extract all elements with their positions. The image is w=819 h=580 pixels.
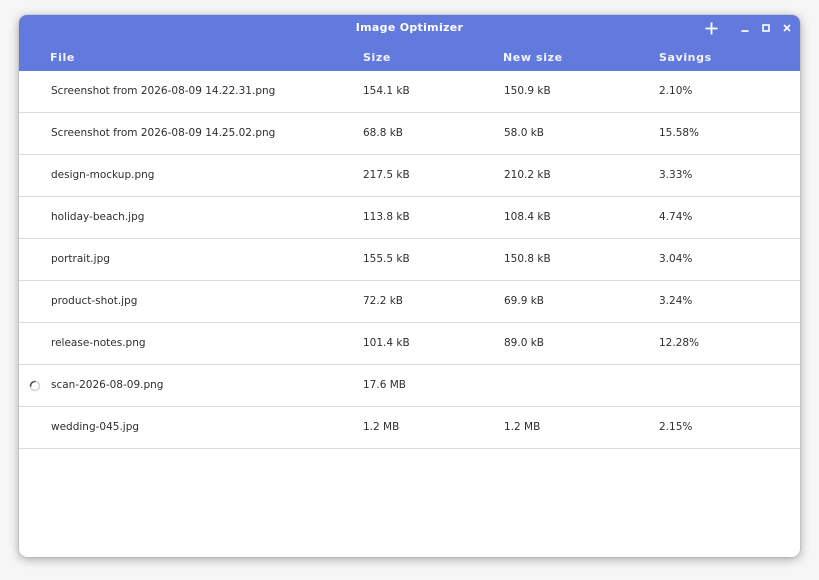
new-size: 58.0 kB — [504, 127, 545, 139]
column-header-file[interactable]: File — [50, 51, 75, 64]
file-row[interactable]: holiday-beach.jpg 113.8 kB 108.4 kB 4.74… — [19, 197, 800, 239]
new-size: 210.2 kB — [504, 169, 551, 181]
savings: 3.04% — [659, 253, 693, 265]
file-row[interactable]: release-notes.png 101.4 kB 89.0 kB 12.28… — [19, 323, 800, 365]
new-size: 1.2 MB — [504, 421, 541, 433]
file-row[interactable]: product-shot.jpg 72.2 kB 69.9 kB 3.24% — [19, 281, 800, 323]
new-size: 150.9 kB — [504, 85, 551, 97]
savings: 3.24% — [659, 295, 693, 307]
original-size: 72.2 kB — [363, 295, 404, 307]
file-row[interactable]: Screenshot from 2026-08-09 14.25.02.png … — [19, 113, 800, 155]
file-name: wedding-045.jpg — [51, 421, 140, 433]
window-title: Image Optimizer — [355, 21, 464, 34]
file-name: portrait.jpg — [51, 253, 110, 265]
original-size: 68.8 kB — [363, 127, 404, 139]
savings: 3.33% — [659, 169, 693, 181]
minimize-button[interactable] — [738, 18, 752, 38]
original-size: 217.5 kB — [363, 169, 410, 181]
file-name: Screenshot from 2026-08-09 14.22.31.png — [51, 85, 276, 97]
new-size: 150.8 kB — [504, 253, 551, 265]
original-size: 1.2 MB — [363, 421, 400, 433]
original-size: 155.5 kB — [363, 253, 410, 265]
file-row[interactable]: design-mockup.png 217.5 kB 210.2 kB 3.33… — [19, 155, 800, 197]
maximize-button[interactable] — [759, 18, 773, 38]
original-size: 113.8 kB — [363, 211, 410, 223]
minimize-icon — [741, 30, 749, 32]
maximize-icon — [762, 24, 770, 32]
headerbar: Image Optimizer File Size New size Savin… — [19, 15, 800, 71]
file-name: design-mockup.png — [51, 169, 155, 181]
savings: 12.28% — [659, 337, 700, 349]
file-row[interactable]: Screenshot from 2026-08-09 14.22.31.png … — [19, 71, 800, 113]
new-size: 69.9 kB — [504, 295, 545, 307]
spinner-icon — [29, 380, 41, 392]
savings: 2.10% — [659, 85, 693, 97]
file-name: product-shot.jpg — [51, 295, 138, 307]
savings: 15.58% — [659, 127, 700, 139]
file-list: Screenshot from 2026-08-09 14.22.31.png … — [19, 71, 800, 449]
file-row[interactable]: portrait.jpg 155.5 kB 150.8 kB 3.04% — [19, 239, 800, 281]
file-row-processing[interactable]: scan-2026-08-09.png 17.6 MB — [19, 365, 800, 407]
new-size: 108.4 kB — [504, 211, 551, 223]
plus-icon — [705, 22, 717, 34]
savings: 4.74% — [659, 211, 693, 223]
add-images-button[interactable] — [702, 18, 720, 38]
new-size: 89.0 kB — [504, 337, 545, 349]
file-name: Screenshot from 2026-08-09 14.25.02.png — [51, 127, 276, 139]
column-header-size[interactable]: Size — [363, 51, 391, 64]
column-header-savings[interactable]: Savings — [659, 51, 712, 64]
original-size: 154.1 kB — [363, 85, 410, 97]
close-icon — [783, 24, 791, 32]
file-name: scan-2026-08-09.png — [51, 379, 164, 391]
savings: 2.15% — [659, 421, 693, 433]
file-name: holiday-beach.jpg — [51, 211, 145, 223]
original-size: 17.6 MB — [363, 379, 406, 391]
column-header-new-size[interactable]: New size — [503, 51, 563, 64]
app-window: Image Optimizer File Size New size Savin… — [19, 15, 800, 557]
file-row[interactable]: wedding-045.jpg 1.2 MB 1.2 MB 2.15% — [19, 407, 800, 449]
original-size: 101.4 kB — [363, 337, 410, 349]
close-button[interactable] — [780, 18, 794, 38]
file-name: release-notes.png — [51, 337, 146, 349]
